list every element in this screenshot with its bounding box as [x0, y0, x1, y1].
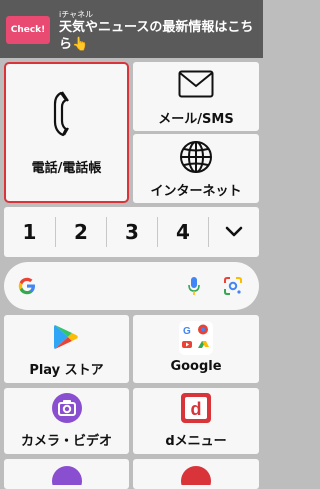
play-store-tile[interactable]: Play ストア: [4, 315, 129, 383]
phone-contacts-tile[interactable]: 電話/電話帳: [4, 62, 129, 203]
camera-video-tile[interactable]: カメラ・ビデオ: [4, 388, 129, 454]
dmenu-tile-label: dメニュー: [165, 434, 227, 449]
camera-icon: [51, 392, 83, 424]
expand-chevron-button[interactable]: [209, 207, 259, 257]
mail-envelope-icon: [178, 70, 214, 98]
phone-handset-icon: [52, 90, 82, 138]
globe-icon: [178, 140, 214, 174]
internet-tile-label: インターネット: [150, 184, 242, 199]
play-store-label: Play ストア: [29, 363, 104, 378]
svg-text:d: d: [191, 399, 202, 419]
mail-tile-label: メール/SMS: [158, 112, 234, 127]
svg-text:G: G: [183, 326, 191, 337]
mail-sms-tile[interactable]: メール/SMS: [133, 62, 259, 131]
number-row: 1 2 3 4: [4, 207, 259, 257]
dmenu-icon: d: [180, 392, 212, 424]
number-key-2[interactable]: 2: [56, 207, 106, 257]
dmenu-tile[interactable]: d dメニュー: [133, 388, 259, 454]
chevron-down-icon: [225, 226, 243, 237]
banner-badge: Check!: [6, 16, 50, 44]
red-app-icon: [180, 465, 212, 485]
info-banner[interactable]: Check! iチャネル 天気やニュースの最新情報はこちら👆: [0, 0, 263, 58]
google-folder-label: Google: [170, 359, 222, 374]
purple-app-icon: [51, 465, 83, 485]
number-key-3[interactable]: 3: [107, 207, 157, 257]
banner-title: 天気やニュースの最新情報はこちら👆: [59, 20, 254, 52]
microphone-icon[interactable]: [188, 276, 200, 296]
camera-tile-label: カメラ・ビデオ: [20, 434, 112, 449]
google-g-icon: [18, 277, 36, 295]
partial-tile-left[interactable]: [4, 459, 129, 489]
phone-tile-label: 電話/電話帳: [31, 161, 102, 176]
google-apps-folder-icon: G: [179, 321, 213, 355]
internet-tile[interactable]: インターネット: [133, 134, 259, 203]
google-folder-tile[interactable]: G Google: [133, 315, 259, 383]
play-store-icon: [53, 323, 79, 351]
number-key-4[interactable]: 4: [158, 207, 208, 257]
partial-tile-right[interactable]: [133, 459, 259, 489]
google-search-bar[interactable]: [4, 262, 259, 310]
number-key-1[interactable]: 1: [4, 207, 55, 257]
google-lens-icon[interactable]: [224, 277, 242, 295]
